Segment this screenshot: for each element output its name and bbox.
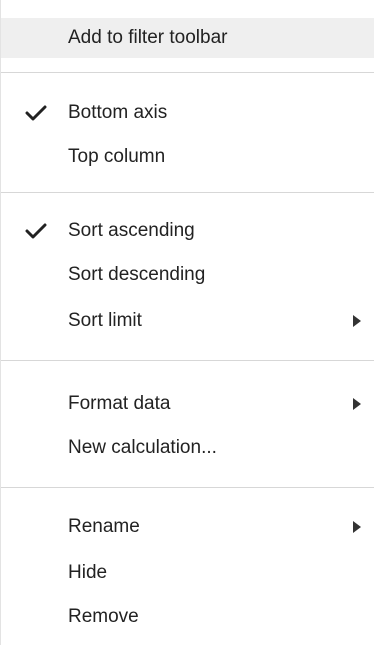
menu-item-label: Add to filter toolbar — [68, 27, 228, 48]
menu-item-label: Top column — [68, 146, 166, 167]
menu-item-label: Sort descending — [68, 264, 206, 285]
menu-item-bottom-axis[interactable]: Bottom axis — [1, 93, 374, 133]
menu-item-rename[interactable]: Rename — [1, 507, 374, 547]
menu-item-top-column[interactable]: Top column — [1, 137, 374, 177]
menu-item-add-to-filter-toolbar[interactable]: Add to filter toolbar — [1, 18, 374, 58]
menu-item-label: Hide — [68, 562, 108, 583]
menu-item-label: Sort ascending — [68, 220, 195, 241]
menu-item-label: Remove — [68, 606, 139, 627]
menu-separator — [1, 360, 374, 361]
menu-separator — [1, 192, 374, 193]
menu-item-label: Bottom axis — [68, 102, 168, 123]
context-menu: Add to filter toolbar Bottom axis Top co… — [0, 0, 374, 645]
menu-item-sort-descending[interactable]: Sort descending — [1, 255, 374, 295]
menu-item-format-data[interactable]: Format data — [1, 384, 374, 424]
menu-item-label: Format data — [68, 393, 171, 414]
submenu-arrow-icon — [353, 315, 361, 327]
submenu-arrow-icon — [353, 521, 361, 533]
menu-item-hide[interactable]: Hide — [1, 553, 374, 593]
menu-separator — [1, 72, 374, 73]
menu-item-sort-limit[interactable]: Sort limit — [1, 301, 374, 341]
menu-item-label: Sort limit — [68, 310, 142, 331]
menu-item-remove[interactable]: Remove — [1, 597, 374, 637]
menu-item-new-calculation[interactable]: New calculation... — [1, 428, 374, 468]
menu-separator — [1, 487, 374, 488]
submenu-arrow-icon — [353, 398, 361, 410]
check-icon — [25, 223, 47, 239]
check-icon — [25, 105, 47, 121]
menu-item-label: New calculation... — [68, 437, 217, 458]
menu-item-sort-ascending[interactable]: Sort ascending — [1, 211, 374, 251]
menu-item-label: Rename — [68, 516, 140, 537]
